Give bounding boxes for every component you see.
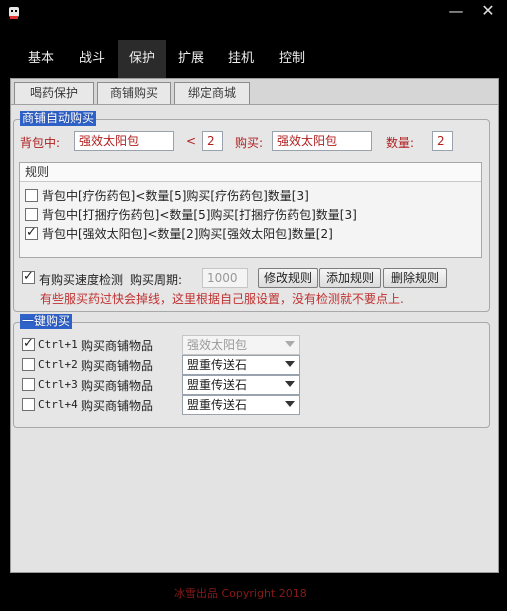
close-icon[interactable]: ✕ [476,2,500,22]
hotkey-action-label: 购买商铺物品 [81,399,154,413]
chevron-down-icon [285,401,295,407]
client-area: 喝药保护 商铺购买 绑定商城 商铺自动购买 背包中: 强效太阳包 < 2 购买:… [10,78,499,573]
chevron-down-icon [285,381,295,387]
subtab-bound-mall[interactable]: 绑定商城 [174,82,250,104]
hotkey-item-select[interactable]: 盟重传送石 [182,375,300,395]
select-value: 盟重传送石 [187,358,248,372]
one-key-buy-group: 一键购买 ✓ Ctrl+1 购买商铺物品 强效太阳包 Ctrl+2 购买商铺物品… [13,314,490,428]
hotkey-checkbox[interactable] [22,398,35,411]
minimize-icon[interactable]: — [444,2,468,22]
buy-label: 购买: [235,136,264,150]
bag-label: 背包中: [20,136,61,150]
rules-list: 规则 背包中[疗伤药包]<数量[5]购买[疗伤药包]数量[3] 背包中[打捆疗伤… [19,162,482,258]
quantity-field[interactable]: 2 [432,131,453,151]
select-value: 盟重传送石 [187,378,248,392]
rules-header: 规则 [20,163,481,182]
auto-buy-group: 商铺自动购买 背包中: 强效太阳包 < 2 购买: 强效太阳包 数量: 2 规则… [13,111,490,312]
add-rule-button[interactable]: 添加规则 [319,268,381,288]
check-icon: ✓ [26,225,37,240]
hotkey-label: Ctrl+4 [38,398,78,411]
tab-basic[interactable]: 基本 [23,40,59,78]
hotkey-item-select[interactable]: 强效太阳包 [182,335,300,355]
speed-check-label: 有购买速度检测 [39,273,124,287]
rule-checkbox[interactable] [25,208,38,221]
less-than-symbol: < [186,134,197,148]
select-value: 盟重传送石 [187,398,248,412]
chevron-down-icon [285,341,295,347]
tab-protect[interactable]: 保护 [118,40,166,78]
subtab-potion-protect[interactable]: 喝药保护 [14,82,94,104]
hotkey-action-label: 购买商铺物品 [81,379,154,393]
select-value: 强效太阳包 [187,338,248,352]
rule-text: 背包中[疗伤药包]<数量[5]购买[疗伤药包]数量[3] [42,189,309,203]
threshold-field[interactable]: 2 [202,131,223,151]
hotkey-item-select[interactable]: 盟重传送石 [182,355,300,375]
hotkey-checkbox[interactable] [22,378,35,391]
footer: 冰雪出品 Copyright 2018 [0,573,507,611]
hotkey-checkbox[interactable]: ✓ [22,336,35,351]
main-nav: 基本 战斗 保护 扩展 挂机 控制 [0,40,507,78]
bag-item-field[interactable]: 强效太阳包 [74,131,174,151]
rule-checkbox[interactable] [25,189,38,202]
hotkey-action-label: 购买商铺物品 [81,339,154,353]
hotkey-label: Ctrl+3 [38,378,78,391]
auto-buy-group-title: 商铺自动购买 [20,111,97,126]
cycle-field[interactable]: 1000 [202,268,248,288]
rule-text: 背包中[强效太阳包]<数量[2]购买[强效太阳包]数量[2] [42,227,333,241]
hotkey-checkbox[interactable] [22,358,35,371]
tab-combat[interactable]: 战斗 [74,40,110,78]
check-icon: ✓ [23,269,34,284]
hotkey-label: Ctrl+1 [38,338,78,351]
cycle-label: 购买周期: [130,273,183,287]
delete-rule-button[interactable]: 删除规则 [383,268,447,288]
buy-item-field[interactable]: 强效太阳包 [272,131,372,151]
hotkey-action-label: 购买商铺物品 [81,359,154,373]
rule-text: 背包中[打捆疗伤药包]<数量[5]购买[打捆疗伤药包]数量[3] [42,208,357,222]
one-key-buy-group-title: 一键购买 [20,314,73,329]
tab-afk[interactable]: 挂机 [223,40,259,78]
modify-rule-button[interactable]: 修改规则 [258,268,318,288]
copyright-text: 冰雪出品 Copyright 2018 [174,587,307,600]
subtab-shop-buy[interactable]: 商铺购买 [97,82,171,104]
rule-row[interactable]: 背包中[打捆疗伤药包]<数量[5]购买[打捆疗伤药包]数量[3] [20,205,481,224]
app-icon [9,7,19,19]
rule-row[interactable]: ✓ 背包中[强效太阳包]<数量[2]购买[强效太阳包]数量[2] [20,224,481,243]
rule-checkbox[interactable]: ✓ [25,225,38,240]
title-bar: — ✕ [0,0,507,28]
sub-tab-bar: 喝药保护 商铺购买 绑定商城 [11,79,498,105]
hotkey-label: Ctrl+2 [38,358,78,371]
check-icon: ✓ [23,336,34,351]
rule-row[interactable]: 背包中[疗伤药包]<数量[5]购买[疗伤药包]数量[3] [20,186,481,205]
tab-extend[interactable]: 扩展 [173,40,209,78]
hotkey-item-select[interactable]: 盟重传送石 [182,395,300,415]
chevron-down-icon [285,361,295,367]
quantity-label: 数量: [386,136,415,150]
warning-text: 有些服买药过快会掉线，这里根据自己服设置，没有检测就不要点上. [40,292,404,306]
tab-control[interactable]: 控制 [274,40,310,78]
speed-check-checkbox[interactable]: ✓ [22,269,35,284]
